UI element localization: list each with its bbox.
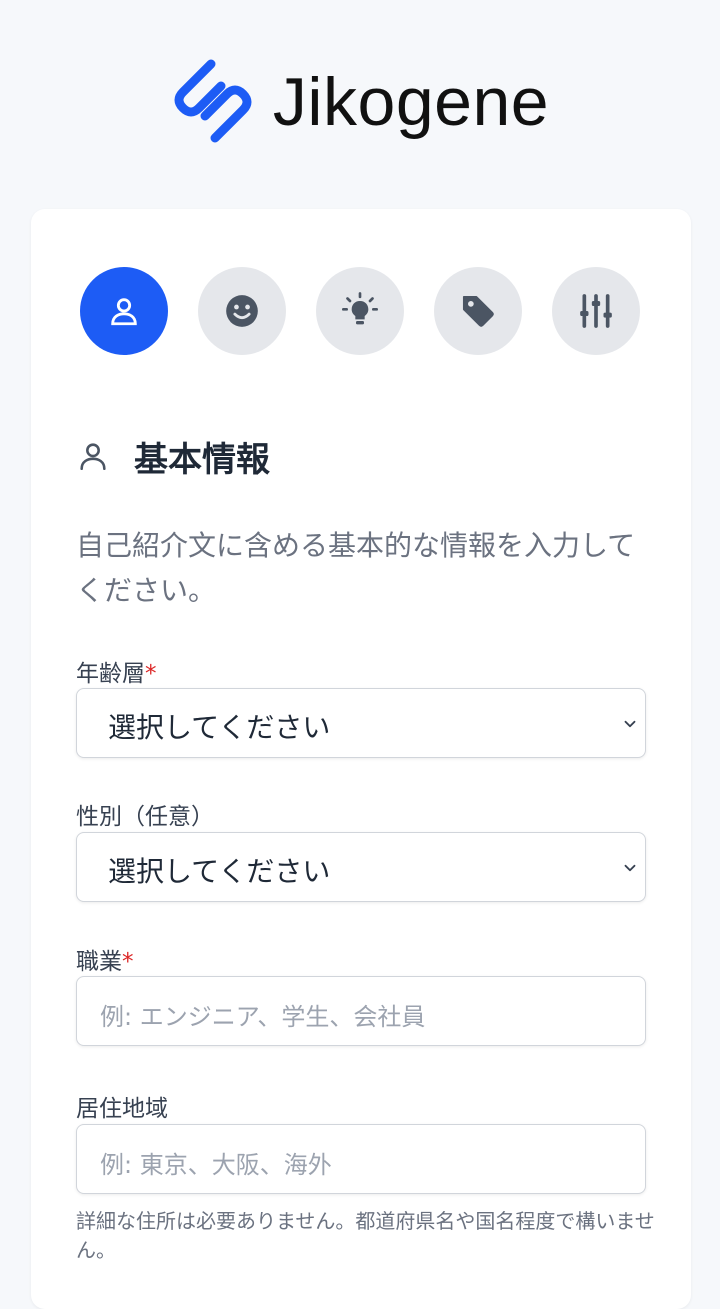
occupation-placeholder: 例: エンジニア、学生、会社員 [100, 1003, 426, 1031]
step-interests[interactable] [316, 267, 404, 355]
occupation-input[interactable]: 例: エンジニア、学生、会社員 [76, 976, 646, 1046]
gender-label-text: 性別（任意） [76, 804, 214, 830]
region-help-text: 詳細な住所は必要ありません。都道府県名や国名程度で構いません。 [76, 1209, 655, 1262]
step-personality[interactable] [198, 267, 286, 355]
section-header: 基本情報 [76, 431, 270, 481]
gender-label: 性別（任意） [76, 797, 214, 831]
smile-icon [226, 295, 258, 327]
region-label-text: 居住地域 [76, 1096, 168, 1122]
chevron-down-icon [624, 864, 636, 872]
age-select-value: 選択してください [108, 711, 331, 744]
chevron-down-icon [624, 720, 636, 728]
form-card: 基本情報 自己紹介文に含める基本的な情報を入力してください。 年齢層* 選択して… [31, 209, 691, 1309]
section-description: 自己紹介文に含める基本的な情報を入力してください。 [76, 529, 636, 607]
lightbulb-icon [342, 292, 378, 325]
logo-mark-icon [174, 59, 252, 143]
age-select[interactable]: 選択してください [76, 688, 646, 758]
occupation-label-text: 職業 [76, 949, 122, 975]
step-settings[interactable] [552, 267, 640, 355]
section-title: 基本情報 [134, 439, 270, 480]
occupation-label: 職業* [76, 942, 134, 976]
gender-select-value: 選択してください [108, 855, 331, 888]
sliders-icon [580, 294, 612, 328]
user-icon [111, 298, 137, 326]
region-placeholder: 例: 東京、大阪、海外 [100, 1151, 332, 1179]
logo-text: Jikogene [272, 64, 550, 140]
region-label: 居住地域 [76, 1089, 168, 1123]
required-mark: * [145, 661, 157, 687]
age-label-text: 年齢層 [76, 661, 145, 687]
gender-select[interactable]: 選択してください [76, 832, 646, 902]
required-mark: * [122, 949, 134, 975]
age-label: 年齢層* [76, 654, 157, 688]
step-basic-info[interactable] [80, 267, 168, 355]
app-logo: Jikogene [0, 52, 720, 152]
user-icon [80, 443, 106, 471]
tag-icon [462, 295, 494, 327]
step-navigation [80, 267, 642, 357]
step-tags[interactable] [434, 267, 522, 355]
region-input[interactable]: 例: 東京、大阪、海外 [76, 1124, 646, 1194]
